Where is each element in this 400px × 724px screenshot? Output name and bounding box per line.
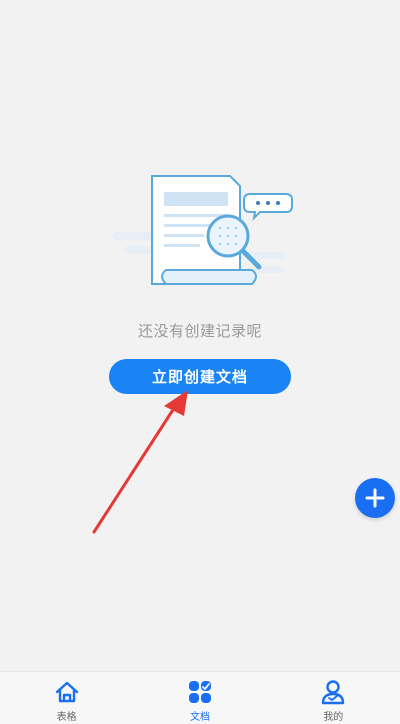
empty-state-message: 还没有创建记录呢 xyxy=(137,322,262,340)
tab-document[interactable]: 文档 xyxy=(150,672,250,724)
tab-mine[interactable]: 我的 xyxy=(283,672,383,724)
grid-icon xyxy=(188,681,211,703)
tab-document-label: 文档 xyxy=(189,712,210,723)
home-icon xyxy=(55,681,78,703)
add-fab-button[interactable] xyxy=(355,478,395,518)
user-icon xyxy=(322,680,345,705)
bottom-tab-bar: 表格 文档 我的 xyxy=(0,671,400,724)
document-list-screen: 还没有创建记录呢 立即创建文档 表格 文档 我的 xyxy=(0,0,400,724)
tab-table-label: 表格 xyxy=(56,712,77,723)
tab-mine-label: 我的 xyxy=(323,712,344,723)
empty-document-illustration-icon xyxy=(112,175,293,285)
red-arrow-annotation-icon xyxy=(92,390,188,534)
plus-icon xyxy=(365,488,385,508)
tab-table[interactable]: 表格 xyxy=(17,672,117,724)
